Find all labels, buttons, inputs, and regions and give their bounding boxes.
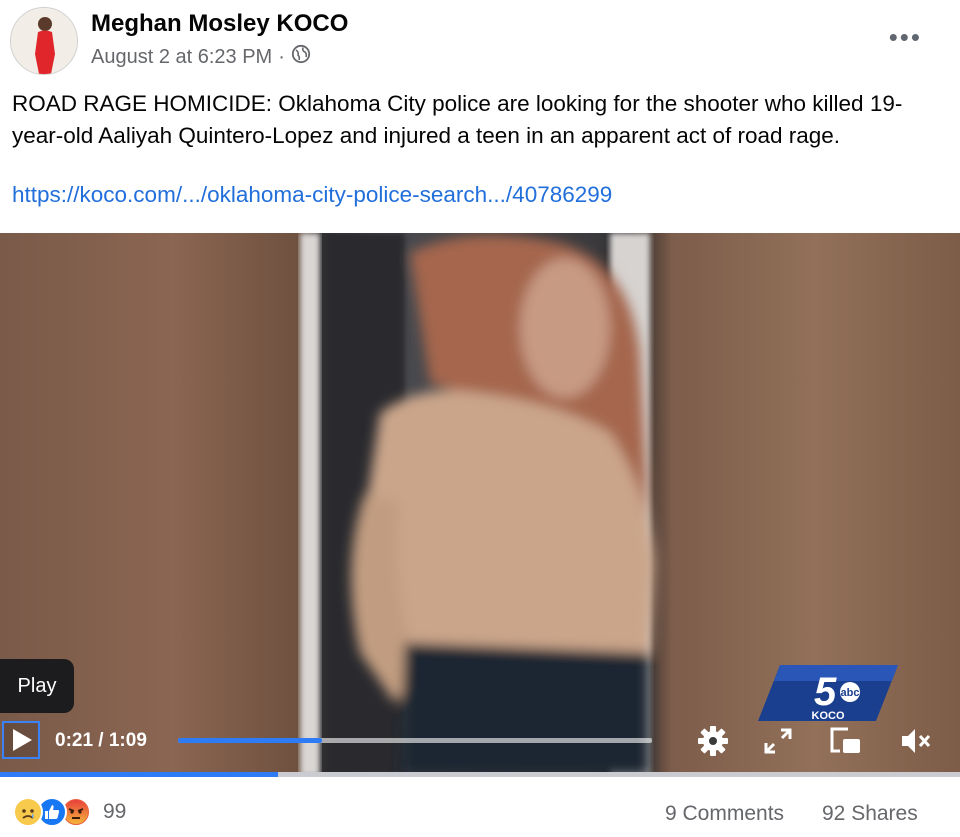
fullscreen-icon[interactable]: [760, 724, 796, 758]
reactions-summary[interactable]: 99: [13, 796, 126, 828]
reaction-count[interactable]: 99: [103, 800, 126, 824]
post-text: ROAD RAGE HOMICIDE: Oklahoma City police…: [12, 91, 903, 148]
globe-icon: [291, 44, 311, 70]
seek-bar-progress: [178, 738, 323, 743]
meta-separator: ·: [278, 45, 285, 68]
seek-bar[interactable]: [178, 738, 652, 743]
buffer-bar: [0, 772, 960, 777]
post-timestamp[interactable]: August 2 at 6:23 PM: [91, 46, 272, 69]
play-button[interactable]: [2, 721, 40, 759]
buffer-bar-fill: [0, 772, 279, 777]
post-meta: August 2 at 6:23 PM ·: [91, 44, 311, 70]
video-controls: 0:21 / 1:09: [0, 720, 960, 766]
post-link[interactable]: https://koco.com/.../oklahoma-city-polic…: [12, 182, 612, 208]
logo-number: 5: [814, 670, 837, 714]
author-name[interactable]: Meghan Mosley KOCO: [91, 10, 348, 38]
sad-reaction-icon: [13, 797, 43, 827]
station-logo: 5 abc KOCO: [758, 661, 898, 725]
more-options-icon[interactable]: •••: [889, 22, 922, 53]
play-tooltip: Play: [0, 659, 74, 713]
settings-icon[interactable]: [695, 724, 731, 758]
logo-network: abc: [841, 687, 860, 699]
mute-icon[interactable]: [898, 724, 934, 758]
video-player[interactable]: Play 5 abc KOCO 0:21 / 1:09: [0, 233, 960, 776]
play-icon: [13, 729, 32, 751]
shares-count[interactable]: 92 Shares: [822, 802, 918, 826]
time-display: 0:21 / 1:09: [55, 730, 147, 751]
post-header: Meghan Mosley KOCO August 2 at 6:23 PM ·…: [0, 0, 960, 85]
avatar[interactable]: [10, 7, 78, 75]
pip-icon[interactable]: [828, 724, 864, 758]
comments-count[interactable]: 9 Comments: [665, 802, 784, 826]
post-footer: 99 9 Comments 92 Shares: [0, 790, 960, 837]
